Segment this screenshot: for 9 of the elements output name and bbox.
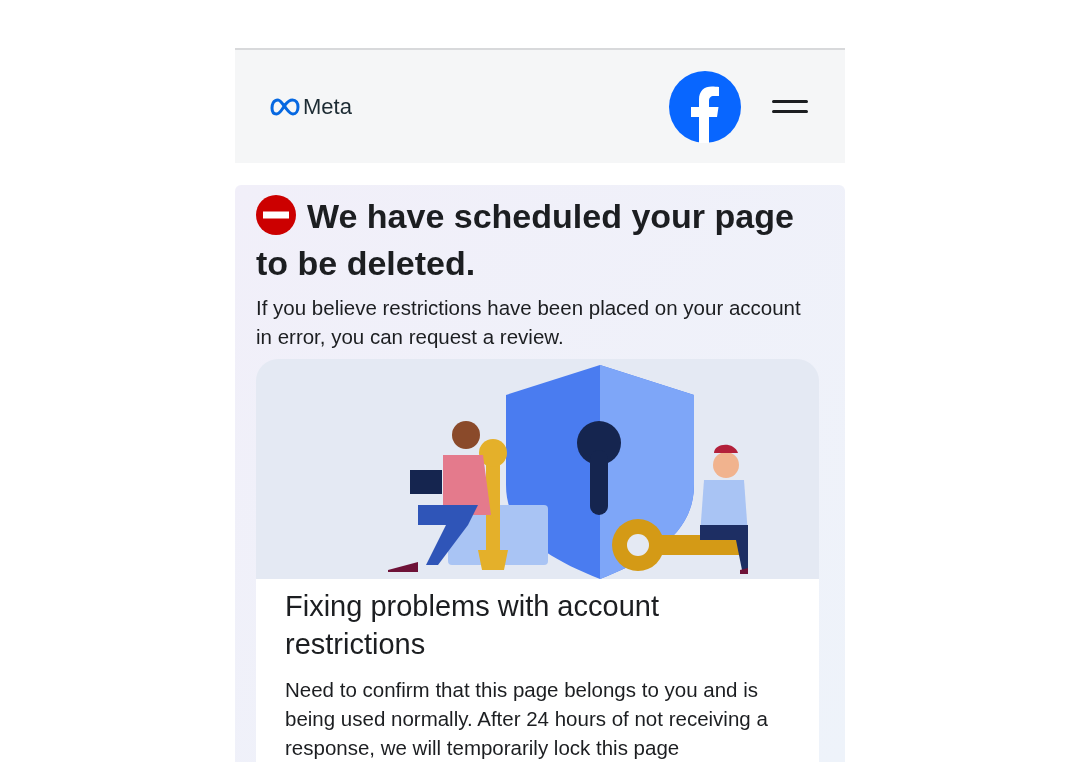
alert-title: We have scheduled your page to be deleted. xyxy=(256,194,795,284)
logo-text[interactable]: Meta xyxy=(303,93,352,120)
f-logo-icon[interactable] xyxy=(669,70,741,143)
infinity-logo-icon xyxy=(270,97,300,116)
article-heading: Fixing problems with account restrictions xyxy=(285,589,660,662)
alert-message: If you believe restrictions have been placed on your account in error, you can request a review. xyxy=(256,295,802,350)
menu-icon[interactable] xyxy=(772,98,808,115)
article-body: Need to confirm that this page belongs to you and is being used normally. After 24 hours of not receiving a response, we will temporarily lock this page xyxy=(285,677,769,761)
stop-icon xyxy=(256,195,296,235)
